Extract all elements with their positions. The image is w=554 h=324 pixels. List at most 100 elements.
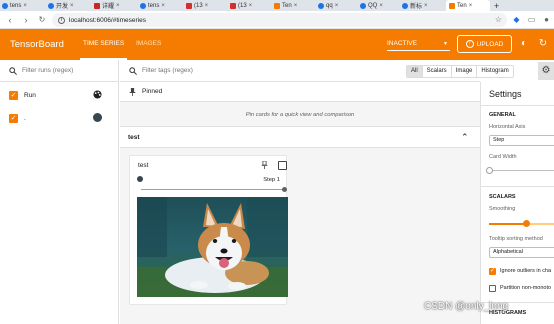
tab-close-icon[interactable]: ×	[469, 3, 473, 9]
card-type-filter: All Scalars Image Histogram	[406, 65, 514, 78]
tab-close-icon[interactable]: ×	[116, 3, 120, 9]
settings-toggle-icon[interactable]: ⚙	[538, 62, 554, 80]
card-title: test	[138, 162, 149, 169]
bookmark-star-icon[interactable]: ☆	[493, 14, 504, 25]
tab-close-icon[interactable]: ×	[379, 3, 383, 9]
tab-label: tens	[10, 2, 22, 9]
filter-image-button[interactable]: Image	[450, 66, 477, 77]
app-header: TensorBoard TIME SERIES IMAGES INACTIVE …	[0, 29, 554, 60]
filter-scalars-button[interactable]: Scalars	[421, 66, 451, 77]
filter-all-button[interactable]: All	[407, 66, 422, 77]
tooltip-sort-select[interactable]: Alphabetical	[489, 247, 554, 258]
browser-tab-strip: tens × 开发 × 详耀 × tens × (13 × (13 × Ten …	[0, 0, 554, 11]
pinned-section-header: Pinned	[120, 82, 480, 102]
filter-histogram-button[interactable]: Histogram	[476, 66, 513, 77]
browser-tab[interactable]: qq ×	[318, 0, 358, 11]
browser-tab[interactable]: 详耀 ×	[94, 0, 138, 11]
run-label: Run	[24, 92, 36, 99]
smoothing-slider-thumb[interactable]	[523, 220, 530, 227]
tab-close-icon[interactable]: ×	[249, 3, 253, 9]
tab-favicon-icon	[402, 2, 408, 9]
browser-tab[interactable]: (13 ×	[186, 0, 228, 11]
browser-tab-active[interactable]: Ten ×	[446, 0, 490, 11]
tab-close-icon[interactable]: ×	[205, 3, 209, 9]
step-slider-thumb[interactable]	[282, 187, 287, 192]
tab-close-icon[interactable]: ×	[161, 3, 165, 9]
browser-tab[interactable]: tens ×	[2, 0, 46, 11]
ignore-outliers-checkbox[interactable]: ✓	[489, 268, 496, 275]
tab-favicon-icon	[2, 2, 8, 9]
step-label: Step 1	[263, 177, 280, 183]
color-palette-icon[interactable]	[93, 90, 102, 99]
pin-hint-text: Pin cards for a quick view and compariso…	[245, 112, 355, 118]
tab-favicon-icon	[140, 2, 146, 9]
tab-label: 详耀	[102, 4, 115, 10]
browser-tab[interactable]: QQ ×	[360, 0, 400, 11]
browser-tab[interactable]: (13 ×	[230, 0, 272, 11]
tab-close-icon[interactable]: ×	[294, 3, 298, 9]
card-width-label: Card Width	[489, 154, 517, 160]
tab-label: qq	[326, 2, 333, 9]
search-icon	[9, 66, 17, 75]
tab-close-icon[interactable]: ×	[424, 3, 428, 9]
tags-filter-input[interactable]: Filter tags (regex)	[129, 67, 193, 75]
back-icon[interactable]: ‹	[4, 14, 16, 26]
main-dashboard: Filter tags (regex) All Scalars Image Hi…	[120, 60, 514, 324]
browser-tab[interactable]: 新标 ×	[402, 0, 444, 11]
tab-close-icon[interactable]: ×	[70, 3, 74, 9]
tab-favicon-icon	[360, 2, 366, 9]
card-width-thumb[interactable]	[486, 167, 493, 174]
dark-mode-icon[interactable]: ◐	[518, 38, 530, 50]
smoothing-label: Smoothing	[489, 206, 516, 212]
run-color-swatch[interactable]	[93, 113, 102, 122]
tab-favicon-icon	[94, 2, 100, 9]
tab-label: Ten	[282, 2, 292, 9]
chevron-up-icon[interactable]: ⌃	[461, 132, 469, 143]
partition-label: Partition non-monoto	[500, 285, 552, 291]
plugin-select[interactable]: INACTIVE ▼	[387, 37, 450, 51]
divider	[481, 186, 554, 187]
run-label: .	[24, 115, 26, 122]
smoothing-slider[interactable]	[529, 223, 554, 225]
expand-card-icon[interactable]	[278, 161, 287, 170]
settings-title: Settings	[489, 89, 522, 99]
run-checkbox[interactable]: ✓	[9, 114, 18, 123]
address-bar[interactable]: i localhost:6006/#timeseries	[52, 13, 507, 27]
step-slider[interactable]	[141, 189, 285, 190]
url-text: localhost:6006/#timeseries	[69, 16, 146, 24]
runs-filter-input[interactable]: Filter runs (regex)	[0, 60, 119, 82]
browser-tab[interactable]: Ten ×	[274, 0, 316, 11]
tab-time-series[interactable]: TIME SERIES	[80, 29, 128, 60]
chevron-down-icon: ▼	[443, 40, 448, 47]
partition-checkbox[interactable]	[489, 285, 496, 292]
tab-label: Ten	[457, 2, 467, 9]
browser-tab[interactable]: tens ×	[140, 0, 184, 11]
run-checkbox[interactable]: ✓	[9, 91, 18, 100]
upload-button[interactable]: ↑ UPLOAD	[457, 35, 512, 53]
reload-icon[interactable]: ↻	[36, 14, 48, 26]
horizontal-axis-select[interactable]: Step	[489, 135, 554, 146]
browser-tab[interactable]: 开发 ×	[48, 0, 92, 11]
run-row[interactable]: ✓ Run	[0, 84, 119, 106]
side-panel-icon[interactable]: ▭	[526, 14, 537, 25]
general-heading: GENERAL	[489, 112, 516, 118]
refresh-icon[interactable]: ↻	[537, 38, 549, 50]
tab-close-icon[interactable]: ×	[23, 3, 27, 9]
extensions-icon[interactable]: ◆	[511, 14, 522, 25]
tab-favicon-icon	[186, 2, 192, 9]
info-icon[interactable]: i	[58, 16, 65, 24]
tab-close-icon[interactable]: ×	[335, 3, 339, 9]
browser-toolbar: ‹ › ↻ i localhost:6006/#timeseries ☆ ◆ ▭…	[0, 11, 554, 29]
pin-card-icon[interactable]	[261, 160, 268, 171]
new-tab-icon[interactable]: +	[494, 0, 504, 11]
tab-label: (13	[238, 2, 247, 9]
tab-images[interactable]: IMAGES	[136, 40, 161, 47]
card-width-slider[interactable]	[489, 170, 554, 171]
run-row[interactable]: ✓ .	[0, 107, 119, 129]
forward-icon[interactable]: ›	[20, 14, 32, 26]
profile-icon[interactable]: ●	[541, 14, 552, 25]
upload-label: UPLOAD	[476, 40, 504, 48]
card-group-header[interactable]: test ⌃	[120, 126, 480, 148]
image-card: test Step 1	[129, 155, 288, 305]
plugin-select-value: INACTIVE	[387, 40, 417, 47]
